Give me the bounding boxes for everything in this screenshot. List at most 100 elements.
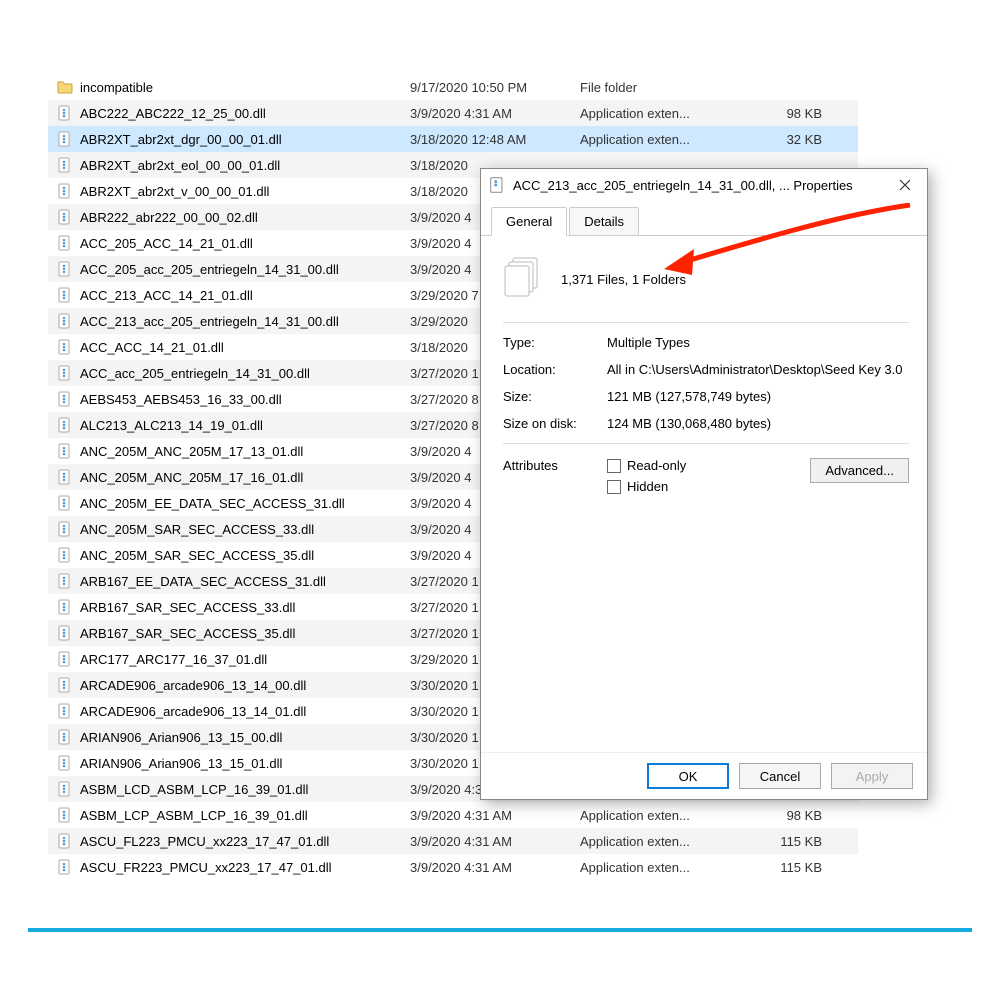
file-size: 115 KB <box>750 834 830 849</box>
dll-icon <box>56 832 74 850</box>
file-size: 98 KB <box>750 808 830 823</box>
dll-icon <box>56 312 74 330</box>
separator <box>503 443 909 444</box>
dll-icon <box>56 650 74 668</box>
file-name: AEBS453_AEBS453_16_33_00.dll <box>80 392 410 407</box>
dll-icon <box>56 416 74 434</box>
file-name: ACC_acc_205_entriegeln_14_31_00.dll <box>80 366 410 381</box>
dll-icon <box>56 286 74 304</box>
dll-icon <box>56 156 74 174</box>
file-name: ANC_205M_SAR_SEC_ACCESS_33.dll <box>80 522 410 537</box>
file-row[interactable]: ABR2XT_abr2xt_dgr_00_00_01.dll3/18/2020 … <box>48 126 858 152</box>
dll-icon <box>56 442 74 460</box>
dll-icon <box>56 234 74 252</box>
tab-general[interactable]: General <box>491 207 567 236</box>
dll-icon <box>56 754 74 772</box>
file-name: ARB167_SAR_SEC_ACCESS_35.dll <box>80 626 410 641</box>
cancel-button[interactable]: Cancel <box>739 763 821 789</box>
location-value: All in C:\Users\Administrator\Desktop\Se… <box>607 362 909 377</box>
file-name: ACC_213_acc_205_entriegeln_14_31_00.dll <box>80 314 410 329</box>
multi-file-icon <box>503 256 543 302</box>
file-name: ASCU_FL223_PMCU_xx223_17_47_01.dll <box>80 834 410 849</box>
tab-bar: General Details <box>481 201 927 236</box>
file-name: ABR2XT_abr2xt_dgr_00_00_01.dll <box>80 132 410 147</box>
file-date: 3/9/2020 4:31 AM <box>410 106 580 121</box>
file-type: Application exten... <box>580 834 750 849</box>
file-type: Application exten... <box>580 106 750 121</box>
file-type: Application exten... <box>580 132 750 147</box>
dll-icon <box>56 806 74 824</box>
size-on-disk-value: 124 MB (130,068,480 bytes) <box>607 416 909 431</box>
file-name: ARB167_EE_DATA_SEC_ACCESS_31.dll <box>80 574 410 589</box>
file-name: ACC_205_acc_205_entriegeln_14_31_00.dll <box>80 262 410 277</box>
dll-icon <box>56 702 74 720</box>
file-name: ARIAN906_Arian906_13_15_00.dll <box>80 730 410 745</box>
dll-icon <box>56 598 74 616</box>
file-name: ARC177_ARC177_16_37_01.dll <box>80 652 410 667</box>
file-name: ASBM_LCD_ASBM_LCP_16_39_01.dll <box>80 782 410 797</box>
file-name: ABR2XT_abr2xt_v_00_00_01.dll <box>80 184 410 199</box>
apply-button[interactable]: Apply <box>831 763 913 789</box>
dialog-titlebar[interactable]: ACC_213_acc_205_entriegeln_14_31_00.dll,… <box>481 169 927 201</box>
file-name: ALC213_ALC213_14_19_01.dll <box>80 418 410 433</box>
file-name: ANC_205M_ANC_205M_17_13_01.dll <box>80 444 410 459</box>
file-date: 3/9/2020 4:31 AM <box>410 834 580 849</box>
file-name: ANC_205M_SAR_SEC_ACCESS_35.dll <box>80 548 410 563</box>
advanced-button[interactable]: Advanced... <box>810 458 909 483</box>
hidden-checkbox[interactable]: Hidden <box>607 479 810 494</box>
file-name: ANC_205M_EE_DATA_SEC_ACCESS_31.dll <box>80 496 410 511</box>
file-name: ABR222_abr222_00_00_02.dll <box>80 210 410 225</box>
dialog-footer: OK Cancel Apply <box>481 752 927 799</box>
dialog-title: ACC_213_acc_205_entriegeln_14_31_00.dll,… <box>513 178 887 193</box>
close-button[interactable] <box>887 171 923 199</box>
file-row[interactable]: incompatible9/17/2020 10:50 PMFile folde… <box>48 74 858 100</box>
cutoff-mask <box>40 876 868 894</box>
file-date: 3/9/2020 4:31 AM <box>410 860 580 875</box>
dll-icon <box>56 780 74 798</box>
file-size: 115 KB <box>750 860 830 875</box>
file-row[interactable]: ASBM_LCP_ASBM_LCP_16_39_01.dll3/9/2020 4… <box>48 802 858 828</box>
properties-dialog: ACC_213_acc_205_entriegeln_14_31_00.dll,… <box>480 168 928 800</box>
file-type: Application exten... <box>580 860 750 875</box>
file-row[interactable]: ASCU_FL223_PMCU_xx223_17_47_01.dll3/9/20… <box>48 828 858 854</box>
size-on-disk-label: Size on disk: <box>503 416 607 431</box>
attributes-label: Attributes <box>503 458 607 473</box>
file-size: 98 KB <box>750 106 830 121</box>
file-name: ANC_205M_ANC_205M_17_16_01.dll <box>80 470 410 485</box>
dll-icon <box>56 494 74 512</box>
file-type: Application exten... <box>580 808 750 823</box>
file-name: ARCADE906_arcade906_13_14_00.dll <box>80 678 410 693</box>
file-name: ACC_ACC_14_21_01.dll <box>80 340 410 355</box>
bottom-accent-line <box>28 928 972 932</box>
ok-button[interactable]: OK <box>647 763 729 789</box>
size-label: Size: <box>503 389 607 404</box>
file-name: ASBM_LCP_ASBM_LCP_16_39_01.dll <box>80 808 410 823</box>
dll-icon <box>56 338 74 356</box>
size-value: 121 MB (127,578,749 bytes) <box>607 389 909 404</box>
dll-icon <box>56 676 74 694</box>
file-name: ABC222_ABC222_12_25_00.dll <box>80 106 410 121</box>
dll-icon <box>56 390 74 408</box>
file-size: 32 KB <box>750 132 830 147</box>
file-date: 3/18/2020 12:48 AM <box>410 132 580 147</box>
file-row[interactable]: ABC222_ABC222_12_25_00.dll3/9/2020 4:31 … <box>48 100 858 126</box>
file-name: ARIAN906_Arian906_13_15_01.dll <box>80 756 410 771</box>
dialog-body: 1,371 Files, 1 Folders Type: Multiple Ty… <box>481 236 927 752</box>
dll-icon <box>56 208 74 226</box>
dll-icon <box>56 468 74 486</box>
file-name: ASCU_FR223_PMCU_xx223_17_47_01.dll <box>80 860 410 875</box>
dll-icon <box>56 182 74 200</box>
dll-icon <box>56 572 74 590</box>
file-name: incompatible <box>80 80 410 95</box>
readonly-label: Read-only <box>627 458 686 473</box>
file-date: 3/9/2020 4:31 AM <box>410 808 580 823</box>
tab-details[interactable]: Details <box>569 207 639 235</box>
file-name: ACC_213_ACC_14_21_01.dll <box>80 288 410 303</box>
hidden-label: Hidden <box>627 479 668 494</box>
file-name: ARB167_SAR_SEC_ACCESS_33.dll <box>80 600 410 615</box>
readonly-checkbox[interactable]: Read-only <box>607 458 810 473</box>
file-name: ABR2XT_abr2xt_eol_00_00_01.dll <box>80 158 410 173</box>
file-type: File folder <box>580 80 750 95</box>
dll-icon <box>56 364 74 382</box>
dll-icon <box>56 260 74 278</box>
